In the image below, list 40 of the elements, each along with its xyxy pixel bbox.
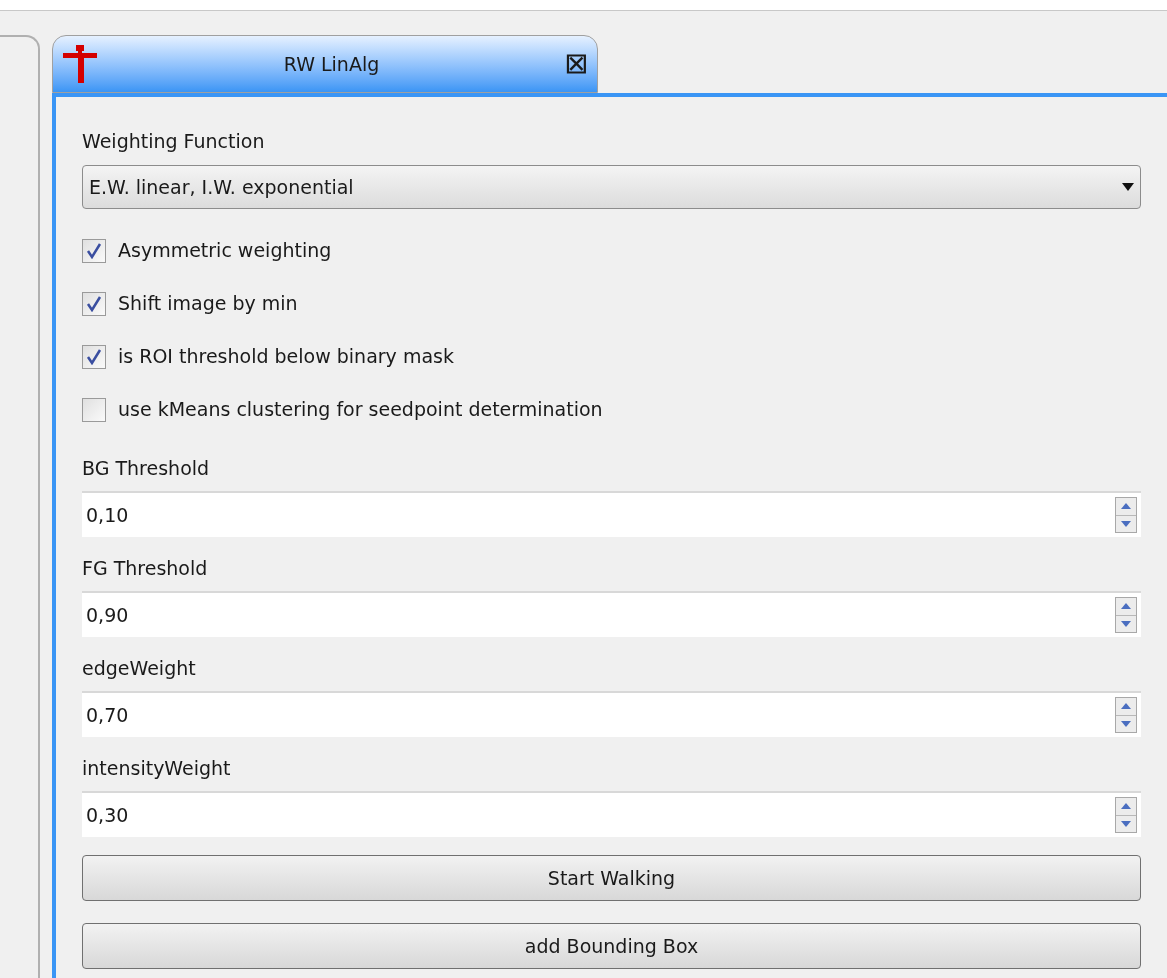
dropdown-arrow-icon <box>1122 183 1134 191</box>
checkbox-label: is ROI threshold below binary mask <box>118 344 454 370</box>
up-arrow-icon <box>1121 603 1131 610</box>
field-label: edgeWeight <box>82 655 197 681</box>
checkbox[interactable] <box>82 344 106 369</box>
checkbox-label: use kMeans clustering for seedpoint determination <box>118 397 603 423</box>
spin-buttons[interactable] <box>1115 497 1137 533</box>
spin-field[interactable]: 0,10 <box>82 491 1141 537</box>
field-label: intensityWeight <box>82 755 232 781</box>
tab-title: RW LinAlg <box>282 51 381 77</box>
field-label: FG Threshold <box>82 555 209 581</box>
close-icon[interactable]: ⮽ <box>566 44 587 84</box>
down-arrow-icon <box>1121 720 1131 727</box>
action-button[interactable]: Start Walking <box>82 855 1141 901</box>
check-icon <box>86 348 102 365</box>
up-arrow-icon <box>1121 503 1131 510</box>
spin-field[interactable]: 0,30 <box>82 791 1141 837</box>
spin-field[interactable]: 0,70 <box>82 691 1141 737</box>
spin-field[interactable]: 0,90 <box>82 591 1141 637</box>
checkbox[interactable] <box>82 291 106 316</box>
down-arrow-icon <box>1121 620 1131 627</box>
weighting-dropdown[interactable]: E.W. linear, I.W. exponential <box>82 165 1141 209</box>
down-arrow-icon <box>1121 520 1131 527</box>
up-arrow-icon <box>1121 803 1131 810</box>
field-label: Weighting Function <box>82 129 266 153</box>
checkbox[interactable] <box>82 238 106 263</box>
spin-buttons[interactable] <box>1115 597 1137 633</box>
checkbox-label: Asymmetric weighting <box>118 238 332 264</box>
checkbox[interactable] <box>82 397 106 422</box>
action-button[interactable]: add Bounding Box <box>82 923 1141 969</box>
up-arrow-icon <box>1121 703 1131 710</box>
check-icon <box>86 242 102 259</box>
check-icon <box>86 295 102 312</box>
checkbox-label: Shift image by min <box>118 291 298 317</box>
spin-buttons[interactable] <box>1115 697 1137 733</box>
field-label: BG Threshold <box>82 455 211 481</box>
figure-icon <box>63 45 97 83</box>
panel-tab[interactable]: RW LinAlg ⮽ <box>52 35 598 93</box>
down-arrow-icon <box>1121 820 1131 827</box>
spin-buttons[interactable] <box>1115 797 1137 833</box>
